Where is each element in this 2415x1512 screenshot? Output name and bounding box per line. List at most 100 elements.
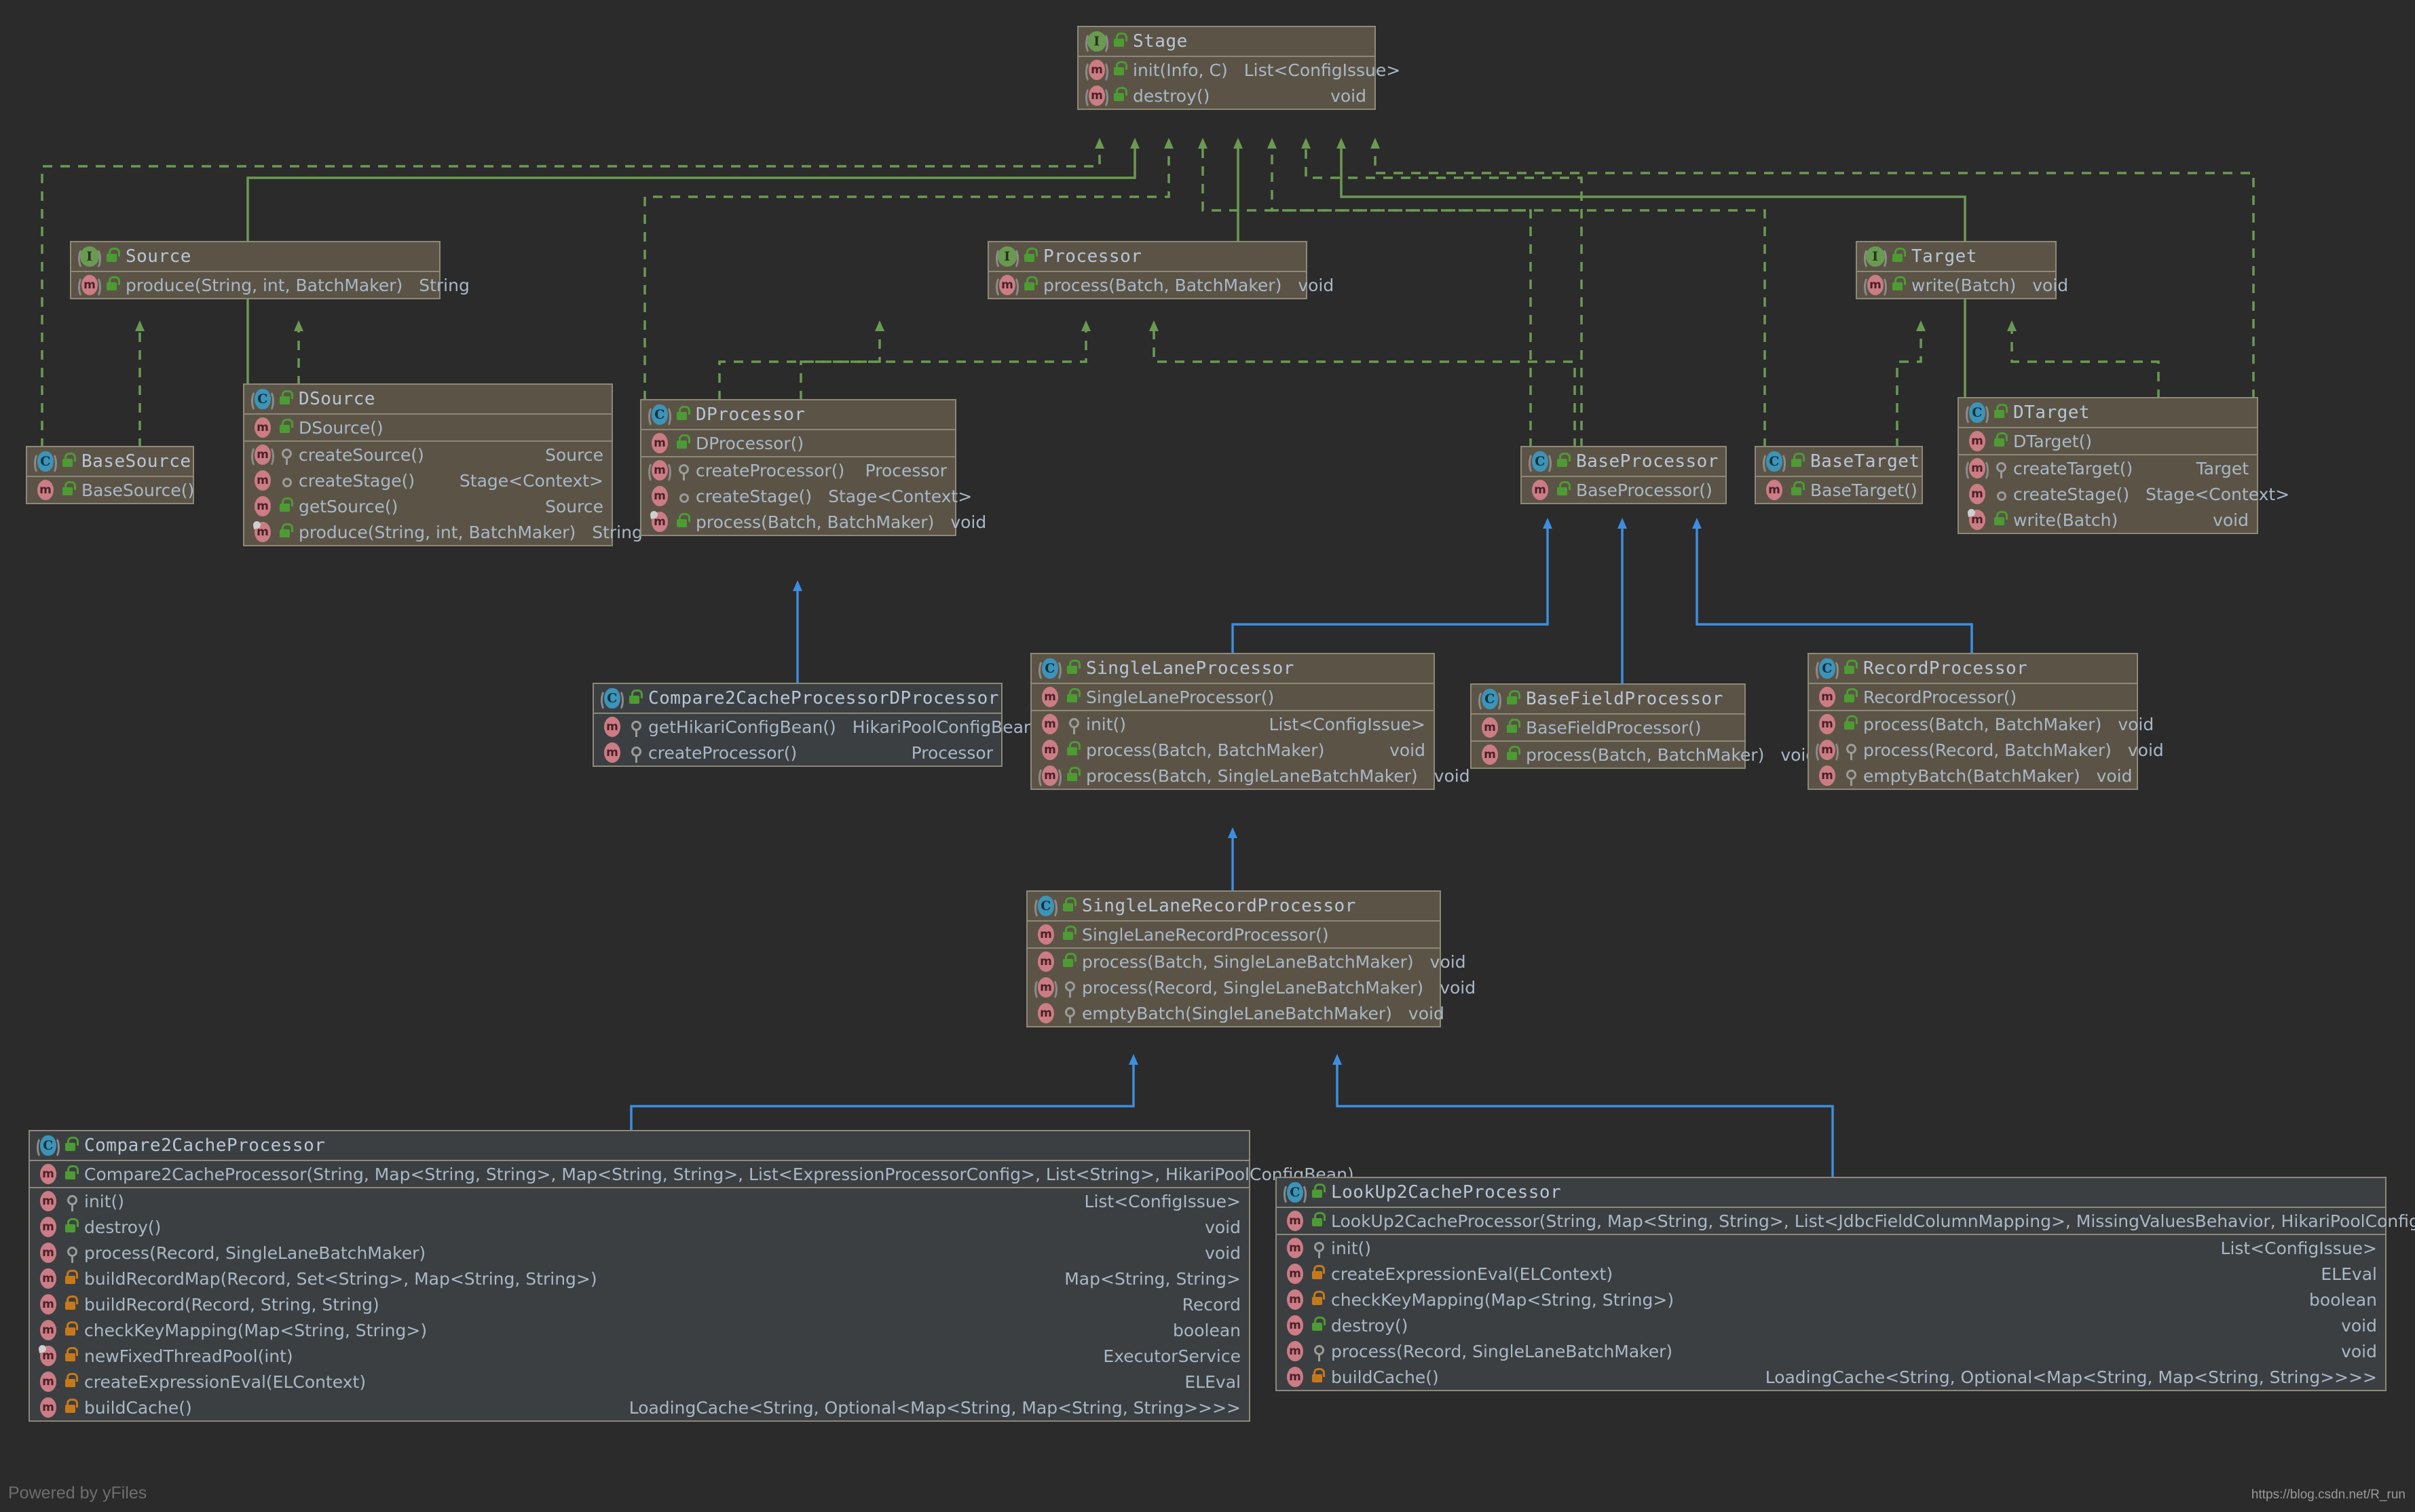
uml-class-basefieldprocessor[interactable]: CBaseFieldProcessormBaseFieldProcessor()… (1470, 683, 1746, 769)
member-row[interactable]: memptyBatch(BatchMaker)void (1809, 763, 2137, 789)
uml-class-singlelaneprocessor[interactable]: CSingleLaneProcessormSingleLaneProcessor… (1030, 653, 1435, 790)
member-signature: createStage() (2013, 485, 2129, 504)
member-row[interactable]: minit(Info, C)List<ConfigIssue> (1079, 57, 1374, 83)
member-row[interactable]: mCompare2CacheProcessor(String, Map<Stri… (30, 1161, 1249, 1187)
member-row[interactable]: mdestroy()void (1079, 83, 1374, 109)
footer-url: https://blog.csdn.net/R_run (2251, 1488, 2405, 1502)
class-name-label: Source (126, 246, 191, 267)
uml-class-baseprocessor[interactable]: CBaseProcessormBaseProcessor() (1520, 446, 1727, 504)
member-row[interactable]: mbuildRecord(Record, String, String)Reco… (30, 1291, 1249, 1317)
member-row[interactable]: mprocess(Record, BatchMaker)void (1809, 737, 2137, 763)
member-row[interactable]: mDTarget() (1959, 428, 2257, 454)
member-row[interactable]: mprocess(Record, SingleLaneBatchMaker)vo… (1028, 975, 1440, 1000)
uml-class-cmp2cacheprocessor[interactable]: CCompare2CacheProcessormCompare2CachePro… (29, 1130, 1250, 1422)
visibility-public-unlocked-icon (1022, 276, 1038, 294)
member-row[interactable]: mprocess(Batch, SingleLaneBatchMaker)voi… (1028, 949, 1440, 975)
member-row[interactable]: mprocess(Batch, BatchMaker)void (989, 272, 1306, 298)
member-section: mcreateSource()SourcemcreateStage()Stage… (244, 442, 612, 545)
member-row[interactable]: memptyBatch(SingleLaneBatchMaker)void (1028, 1000, 1440, 1026)
member-row[interactable]: mprocess(Batch, BatchMaker)void (641, 509, 955, 535)
uml-class-recordprocessor[interactable]: CRecordProcessormRecordProcessor()mproce… (1808, 653, 2138, 790)
member-row[interactable]: mdestroy()void (1277, 1312, 2385, 1338)
uml-class-basetarget[interactable]: CBaseTargetmBaseTarget() (1755, 446, 1923, 504)
member-row[interactable]: mbuildRecordMap(Record, Set<String>, Map… (30, 1266, 1249, 1291)
visibility-protected-key-icon (1991, 459, 2008, 477)
member-row[interactable]: mprocess(Batch, BatchMaker)void (1472, 742, 1744, 768)
visibility-private-locked-icon (62, 1296, 79, 1313)
member-row[interactable]: mcheckKeyMapping(Map<String, String>)boo… (1277, 1287, 2385, 1312)
member-row[interactable]: mDProcessor() (641, 430, 955, 456)
member-row[interactable]: minit()List<ConfigIssue> (1277, 1235, 2385, 1261)
member-row[interactable]: mwrite(Batch)void (1959, 507, 2257, 533)
method-member-icon: m (1036, 977, 1056, 998)
method-member-icon: m (1285, 1264, 1305, 1284)
uml-class-lookup2cacheprocessor[interactable]: CLookUp2CacheProcessormLookUp2CacheProce… (1275, 1177, 2386, 1391)
member-row[interactable]: mproduce(String, int, BatchMaker)String (71, 272, 439, 298)
member-row[interactable]: mcreateSource()Source (244, 442, 612, 468)
member-row[interactable]: mbuildCache()LoadingCache<String, Option… (30, 1395, 1249, 1420)
visibility-public-unlocked-icon (277, 523, 293, 541)
member-row[interactable]: mprocess(Batch, BatchMaker)void (1809, 711, 2137, 737)
member-row[interactable]: mgetSource()Source (244, 493, 612, 519)
member-return-type: HikariPoolConfigBean (846, 717, 1034, 737)
member-row[interactable]: mDSource() (244, 415, 612, 440)
class-type-icon: C (35, 451, 56, 472)
uml-class-dtarget[interactable]: CDTargetmDTarget()mcreateTarget()Targetm… (1958, 397, 2258, 534)
member-row[interactable]: mprocess(Batch, BatchMaker)void (1032, 737, 1434, 763)
member-row[interactable]: mprocess(Record, SingleLaneBatchMaker)vo… (30, 1240, 1249, 1266)
member-row[interactable]: mcreateProcessor()Processor (594, 740, 1001, 766)
member-return-type: void (1324, 86, 1366, 106)
method-member-icon: m (35, 480, 56, 500)
member-row[interactable]: mcreateStage()Stage<Context> (244, 468, 612, 493)
visibility-public-unlocked-icon (1064, 741, 1081, 759)
member-row[interactable]: mcreateExpressionEval(ELContext)ELEval (1277, 1261, 2385, 1287)
uml-class-target[interactable]: ITargetmwrite(Batch)void (1856, 241, 2057, 299)
member-row[interactable]: mSingleLaneRecordProcessor() (1028, 922, 1440, 947)
member-section: mBaseTarget() (1756, 477, 1922, 503)
uml-class-cmp2cachedproc[interactable]: CCompare2CacheProcessorDProcessormgetHik… (593, 683, 1003, 767)
member-return-type: void (1433, 978, 1476, 998)
member-row[interactable]: mcreateProcessor()Processor (641, 457, 955, 483)
member-row[interactable]: mgetHikariConfigBean()HikariPoolConfigBe… (594, 714, 1001, 740)
member-return-type: void (2121, 740, 2164, 760)
uml-class-stage[interactable]: IStageminit(Info, C)List<ConfigIssue>mde… (1077, 26, 1376, 110)
member-signature: process(Batch, BatchMaker) (1086, 740, 1324, 760)
member-row[interactable]: mnewFixedThreadPool(int)ExecutorService (30, 1343, 1249, 1369)
member-row[interactable]: mwrite(Batch)void (1857, 272, 2055, 298)
member-row[interactable]: mcheckKeyMapping(Map<String, String>)boo… (30, 1317, 1249, 1343)
member-row[interactable]: mRecordProcessor() (1809, 684, 2137, 710)
member-row[interactable]: mSingleLaneProcessor() (1032, 684, 1434, 710)
visibility-public-unlocked-icon (1504, 690, 1520, 708)
member-row[interactable]: mBaseFieldProcessor() (1472, 715, 1744, 740)
uml-class-basesource[interactable]: CBaseSourcemBaseSource() (26, 446, 194, 504)
member-row[interactable]: mcreateExpressionEval(ELContext)ELEval (30, 1369, 1249, 1395)
member-row[interactable]: mBaseSource() (27, 477, 193, 503)
uml-class-singlelanerecordprocessor[interactable]: CSingleLaneRecordProcessormSingleLaneRec… (1026, 890, 1441, 1027)
member-row[interactable]: mBaseTarget() (1756, 477, 1922, 503)
member-row[interactable]: minit()List<ConfigIssue> (30, 1188, 1249, 1214)
member-return-type: ELEval (2314, 1264, 2377, 1284)
member-row[interactable]: mcreateStage()Stage<Context> (1959, 481, 2257, 507)
visibility-protected-key-icon (1841, 767, 1858, 785)
member-return-type: void (2334, 1342, 2377, 1361)
uml-class-processor[interactable]: IProcessormprocess(Batch, BatchMaker)voi… (988, 241, 1307, 299)
member-row[interactable]: mBaseProcessor() (1522, 477, 1725, 503)
member-row[interactable]: mprocess(Record, SingleLaneBatchMaker)vo… (1277, 1338, 2385, 1364)
member-row[interactable]: mLookUp2CacheProcessor(String, Map<Strin… (1277, 1208, 2385, 1234)
member-return-type: List<ConfigIssue> (1078, 1192, 1241, 1211)
method-member-icon: m (38, 1164, 58, 1184)
footer-powered-by: Powered by yFiles (8, 1483, 147, 1503)
member-row[interactable]: mcreateStage()Stage<Context> (641, 483, 955, 509)
member-row[interactable]: minit()List<ConfigIssue> (1032, 711, 1434, 737)
uml-class-source[interactable]: ISourcemproduce(String, int, BatchMaker)… (70, 241, 441, 299)
member-row[interactable]: mprocess(Batch, SingleLaneBatchMaker)voi… (1032, 763, 1434, 789)
member-row[interactable]: mcreateTarget()Target (1959, 455, 2257, 481)
member-row[interactable]: mbuildCache()LoadingCache<String, Option… (1277, 1364, 2385, 1390)
method-member-icon: m (1285, 1211, 1305, 1231)
member-row[interactable]: mproduce(String, int, BatchMaker)String (244, 519, 612, 545)
visibility-public-unlocked-icon (1060, 953, 1077, 970)
uml-class-dprocessor[interactable]: CDProcessormDProcessor()mcreateProcessor… (640, 399, 956, 536)
visibility-public-unlocked-icon (1554, 453, 1571, 470)
uml-class-dsource[interactable]: CDSourcemDSource()mcreateSource()Sourcem… (243, 383, 613, 546)
member-row[interactable]: mdestroy()void (30, 1214, 1249, 1240)
